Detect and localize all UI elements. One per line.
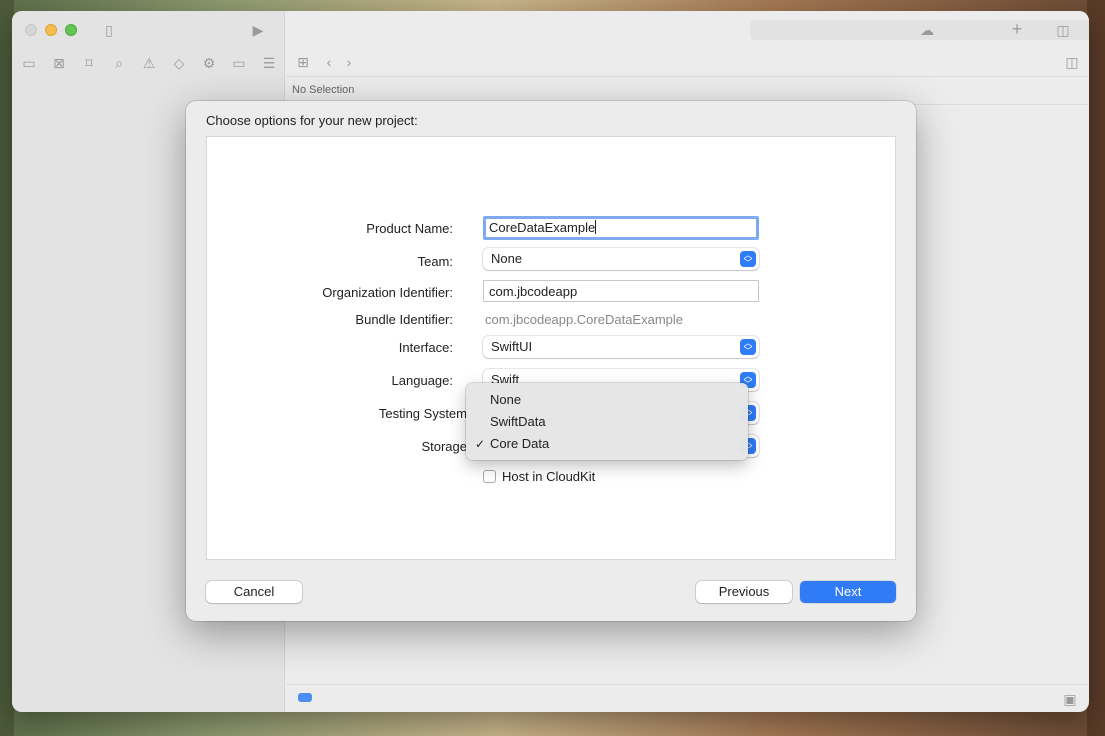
debug-bar: ▣ — [286, 684, 1089, 712]
org-identifier-field[interactable]: com.jbcodeapp — [483, 280, 759, 302]
warning-icon[interactable]: ⚠ — [140, 55, 158, 71]
new-project-dialog: Choose options for your new project: Pro… — [186, 101, 916, 621]
back-icon[interactable]: ‹ — [320, 54, 338, 70]
inspector-icon[interactable]: ◫ — [1054, 22, 1072, 38]
product-name-field[interactable]: CoreDataExample — [483, 216, 759, 240]
dialog-title: Choose options for your new project: — [206, 113, 418, 128]
editor-options-icon[interactable]: ◫ — [1063, 54, 1081, 70]
storage-menu: None SwiftData ✓ Core Data — [466, 383, 748, 460]
report-icon[interactable]: ☰ — [260, 55, 278, 71]
test-icon[interactable]: ◇ — [170, 55, 188, 71]
grid-icon[interactable]: ⊞ — [294, 54, 312, 70]
cloudkit-checkbox[interactable] — [483, 470, 496, 483]
jump-bar: ⊞ ‹ › ◫ — [286, 47, 1089, 77]
popup-stepper-icon: ︿﹀ — [740, 339, 756, 356]
org-identifier-value: com.jbcodeapp — [489, 284, 578, 299]
filter-icon[interactable] — [298, 693, 312, 702]
team-popup[interactable]: None ︿ ﹀ — [483, 248, 759, 270]
toolbar: ☁ + ◫ — [286, 11, 1089, 47]
team-value: None — [491, 251, 523, 266]
menu-item-label: SwiftData — [490, 414, 546, 429]
bookmark-icon[interactable]: ⌑ — [80, 55, 98, 71]
next-button[interactable]: Next — [800, 581, 896, 603]
org-identifier-label: Organization Identifier: — [322, 285, 453, 300]
text-caret — [595, 220, 597, 234]
previous-button[interactable]: Previous — [696, 581, 792, 603]
cloudkit-label: Host in CloudKit — [502, 469, 596, 484]
menu-item-label: Core Data — [490, 436, 550, 451]
plus-icon[interactable]: + — [1008, 20, 1026, 38]
cancel-button[interactable]: Cancel — [206, 581, 302, 603]
cloud-icon[interactable]: ☁ — [918, 22, 936, 38]
desktop-wallpaper-right — [1087, 0, 1105, 736]
interface-popup[interactable]: SwiftUI ︿ ﹀ — [483, 336, 759, 358]
bundle-identifier-label: Bundle Identifier: — [355, 312, 453, 327]
minimize-window-button[interactable] — [45, 24, 57, 36]
options-panel: Product Name: CoreDataExample Team: None… — [206, 136, 896, 560]
popup-stepper-icon: ︿﹀ — [740, 251, 756, 268]
language-label: Language: — [391, 373, 453, 388]
interface-label: Interface: — [398, 340, 453, 355]
debug-icon[interactable]: ⚙ — [200, 55, 218, 71]
menu-item-core-data[interactable]: ✓ Core Data — [466, 433, 748, 455]
team-label: Team: — [417, 254, 453, 269]
interface-value: SwiftUI — [491, 339, 533, 354]
forward-icon[interactable]: › — [340, 54, 358, 70]
cloudkit-row[interactable]: Host in CloudKit — [483, 469, 595, 484]
product-name-label: Product Name: — [366, 221, 453, 236]
menu-item-label: None — [490, 392, 522, 407]
source-control-icon[interactable]: ⊠ — [50, 55, 68, 71]
sidebar-icon[interactable]: ▯ — [100, 22, 118, 38]
testing-system-label: Testing System — [378, 406, 467, 421]
storage-label: Storage — [421, 439, 467, 454]
search-icon[interactable]: ⌕ — [110, 55, 128, 71]
checkmark-icon: ✓ — [475, 437, 486, 451]
console-toggle-icon[interactable]: ▣ — [1061, 691, 1079, 707]
zoom-window-button[interactable] — [65, 24, 77, 36]
folder-icon[interactable]: ▭ — [20, 55, 38, 71]
menu-item-none[interactable]: None — [466, 389, 748, 411]
product-name-value: CoreDataExample — [489, 220, 596, 235]
no-selection-label: No Selection — [292, 84, 355, 96]
breakpoint-icon[interactable]: ▭ — [230, 55, 248, 71]
close-window-button[interactable] — [25, 24, 37, 36]
bundle-identifier-value: com.jbcodeapp.CoreDataExample — [485, 312, 683, 327]
run-icon[interactable]: ▶ — [249, 22, 267, 38]
menu-item-swiftdata[interactable]: SwiftData — [466, 411, 748, 433]
